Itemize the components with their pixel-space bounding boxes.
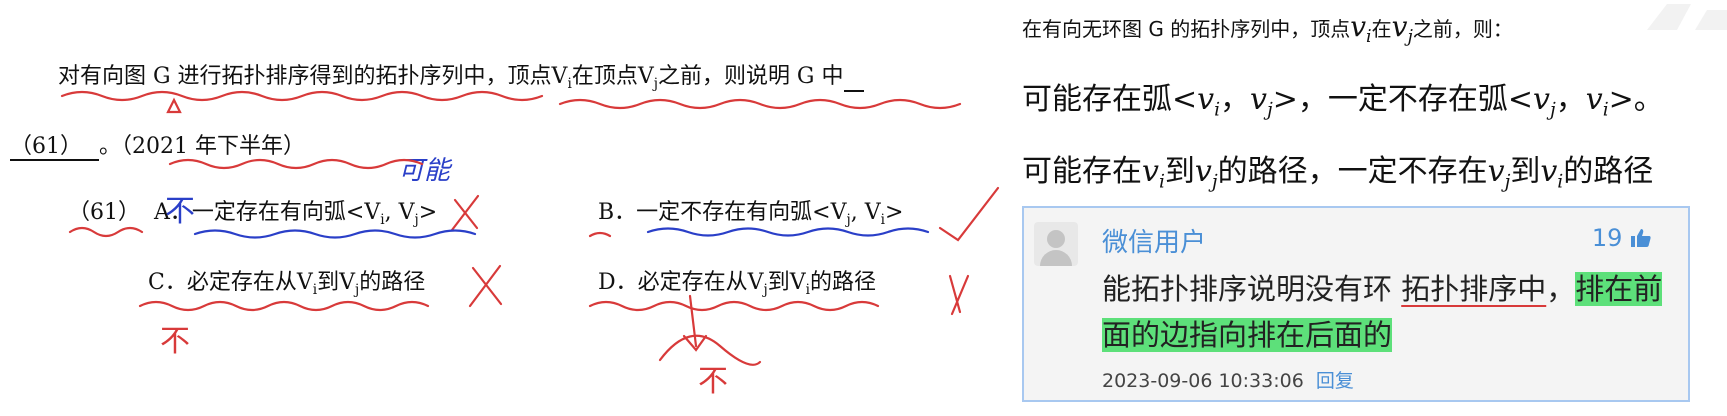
comment-timestamp: 2023-09-06 10:33:06 (1102, 370, 1304, 392)
blue-wavy-under-a (193, 229, 477, 239)
handwritten-not-d: 不 (698, 364, 728, 399)
blue-wavy-under-b (646, 227, 930, 237)
red-check-b (938, 186, 1000, 242)
handwritten-not-c: 不 (160, 324, 190, 359)
right-note-line-1: 在有向无环图 G 的拓扑序列中，顶点vi在vj之前，则： (1022, 10, 1513, 48)
right-note-line-3: 可能存在vi到vj的路径，一定不存在vj到vi的路径 (1022, 154, 1654, 193)
comment-username[interactable]: 微信用户 (1102, 222, 1206, 259)
red-wavy-under-c (138, 300, 430, 312)
red-caret-mark (166, 97, 182, 114)
handwritten-not-a: 不 (165, 194, 195, 229)
avatar-head-icon (1047, 230, 1065, 248)
option-a: （61） A．一定存在有向弧<Vi, Vj> (68, 200, 438, 228)
like-count: 19 (1591, 224, 1623, 252)
handwritten-note-possible: 可能 (398, 156, 451, 186)
comment-underlined-text: 拓扑排序中 (1401, 272, 1547, 306)
red-x-a (450, 194, 480, 232)
option-c: C．必定存在从Vi到Vj的路径 (148, 270, 426, 298)
thumbs-up-icon (1631, 229, 1651, 247)
like-button[interactable]: 19 (1592, 224, 1652, 252)
reply-button[interactable]: 回复 (1316, 370, 1354, 392)
question-line-2: （61） 。（2021 年下半年） (10, 128, 305, 161)
red-wavy-underline-stem (60, 90, 962, 110)
red-x-c (468, 264, 503, 308)
answer-blank (843, 68, 864, 92)
red-wavy-underline-year (168, 158, 424, 170)
comment-card: 微信用户 19 能拓扑排序说明没有环 拓扑排序中，排在前面的边指向排在后面的 2… (1022, 206, 1690, 402)
red-wavy-under-d (588, 300, 880, 312)
red-x-d (948, 274, 970, 316)
option-d: D．必定存在从Vj到Vi的路径 (598, 270, 877, 298)
blank-label: （61） (10, 134, 99, 161)
avatar-body-icon (1040, 250, 1072, 266)
red-arrow-d (682, 294, 708, 352)
red-wavy-under-b (588, 231, 612, 238)
right-note-line-2: 可能存在弧<vi，vj>，一定不存在弧<vj，vi>。 (1022, 82, 1664, 121)
question-stem: 对有向图 G 进行拓扑排序得到的拓扑序列中，顶点Vi在顶点Vj之前，则说明 G … (58, 58, 864, 92)
comment-text: 能拓扑排序说明没有环 拓扑排序中，排在前面的边指向排在后面的 (1102, 272, 1663, 352)
option-b: B．一定不存在有向弧<Vj, Vi> (598, 200, 904, 228)
comment-meta: 2023-09-06 10:33:06 回复 (1102, 366, 1354, 393)
question-year: 。（2021 年下半年） (99, 134, 305, 159)
watermark-icon (1647, 4, 1727, 30)
avatar[interactable] (1034, 222, 1078, 266)
red-wavy-under-61 (68, 226, 144, 238)
